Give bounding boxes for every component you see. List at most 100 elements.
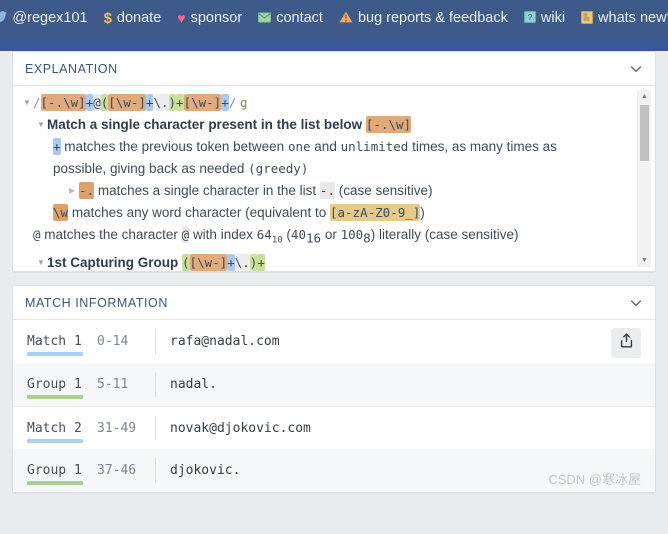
group-token-0: (: [182, 253, 190, 271]
explanation-line-greedy: possible, giving back as needed (greedy): [23, 158, 629, 180]
group-underline: [27, 395, 83, 399]
group-token-2: +: [227, 253, 235, 271]
list-chars-token2: -.: [319, 182, 336, 199]
page-body: EXPLANATION ▼/[-.\w]+@([\w-]+\.)+[\w-]+/…: [0, 51, 668, 534]
match-information-title: MATCH INFORMATION: [25, 295, 168, 310]
list-chars-toggle-icon[interactable]: ▶: [69, 180, 79, 202]
nav-item-whats-new[interactable]: whats new?: [581, 10, 668, 26]
at-index-dec: 6410: [256, 227, 283, 246]
at-text-b: with index: [192, 227, 253, 242]
pattern-toggle-icon[interactable]: ▼: [23, 92, 33, 114]
explanation-line-charclass-title: ▼ Match a single character present in the…: [23, 114, 629, 136]
at-index-group: (4016 or 1008): [286, 227, 376, 246]
explanation-line-plus-quantifier: + matches the previous token between one…: [23, 136, 629, 158]
list-chars-text-b: (case sensitive): [338, 183, 433, 198]
nav-label-twitter: @regex101: [12, 10, 88, 26]
explanation-line-capturing-group: ▼ 1st Capturing Group ([\w-]+\.)+: [23, 252, 629, 272]
row-divider: [155, 416, 156, 440]
match-information-panel: MATCH INFORMATION Match 1 0-14 rafa@nada…: [12, 285, 656, 493]
pattern-token-0: [-.\w]: [40, 94, 86, 111]
list-chars-token: -.: [79, 182, 95, 199]
match-value: novak@djokovic.com: [170, 420, 311, 436]
row-divider: [155, 372, 156, 397]
mail-icon: [258, 11, 272, 25]
explanation-body: ▼/[-.\w]+@([\w-]+\.)+[\w-]+/ g ▼ Match a …: [13, 86, 655, 271]
at-token2: @: [181, 226, 190, 243]
word-char-text: matches any word character (equivalent t…: [71, 205, 327, 220]
pattern-token-6: \.: [153, 94, 169, 111]
nav-label-donate: donate: [116, 10, 162, 26]
table-row[interactable]: Group 1 37-46 djokovic.: [13, 449, 655, 492]
at-text-c: literally (case sensitive): [378, 227, 519, 242]
svg-text:?: ?: [528, 13, 533, 22]
warning-icon: [339, 11, 353, 25]
word-char-equiv: [a-zA-Z0-9_]: [329, 204, 421, 221]
charclass-toggle-icon[interactable]: ▼: [37, 114, 47, 136]
plus-one: one: [287, 139, 311, 154]
pattern-tokens: [-.\w]+@([\w-]+\.)+[\w-]+: [40, 94, 229, 111]
group-value: nadal.: [170, 377, 217, 392]
regex-pattern-row: ▼/[-.\w]+@([\w-]+\.)+[\w-]+/ g: [23, 92, 629, 114]
explanation-line-list-chars: ▶ -. matches a single character in the li…: [23, 180, 629, 202]
explanation-line-at-literal: @ matches the character @ with index 641…: [23, 224, 629, 252]
nav-item-wiki[interactable]: ? wiki: [523, 10, 565, 26]
explanation-panel: EXPLANATION ▼/[-.\w]+@([\w-]+\.)+[\w-]+/…: [12, 51, 656, 272]
group-token-1: [\w-]: [189, 253, 228, 271]
news-icon: [581, 10, 594, 26]
word-char-token: \w: [53, 204, 69, 221]
export-button[interactable]: [611, 328, 641, 358]
chevron-down-icon[interactable]: [629, 62, 643, 76]
group-label: Group 1: [27, 463, 93, 485]
match-information-header: MATCH INFORMATION: [13, 286, 655, 320]
match-underline: [27, 438, 83, 443]
word-char-close: ): [420, 205, 425, 220]
explanation-scrollbar[interactable]: ▲ ▼: [637, 90, 651, 267]
nav-item-bug-reports[interactable]: bug reports & feedback: [339, 10, 508, 26]
group-label: Group 1: [27, 377, 93, 399]
capturing-group-toggle-icon[interactable]: ▼: [37, 252, 47, 272]
match-range: 0-14: [97, 334, 129, 349]
scroll-down-arrow-icon[interactable]: ▼: [638, 254, 651, 267]
nav-item-contact[interactable]: contact: [258, 10, 323, 26]
group-underline: [27, 481, 83, 485]
group-range: 5-11: [97, 377, 129, 392]
match-label: Match 2: [27, 421, 93, 443]
chevron-down-icon[interactable]: [629, 296, 643, 310]
group-range: 37-46: [97, 463, 137, 478]
scroll-up-arrow-icon[interactable]: ▲: [638, 90, 651, 103]
capturing-group-tokens: ([\w-]+\.)+: [182, 253, 265, 271]
match-value: rafa@nadal.com: [170, 334, 280, 349]
pattern-token-9: [\w-]: [183, 94, 222, 111]
top-navigation-bar: @regex101 $ donate ♥ sponsor contact bug…: [0, 0, 668, 40]
nav-item-donate[interactable]: $ donate: [104, 10, 162, 26]
match-range: 31-49: [97, 420, 137, 436]
table-row[interactable]: Match 2 31-49 novak@djokovic.com: [13, 406, 655, 449]
explanation-title: EXPLANATION: [25, 61, 118, 76]
dollar-icon: $: [103, 9, 112, 27]
pattern-token-4: [\w-]: [108, 94, 146, 111]
export-icon: [619, 332, 634, 354]
nav-item-twitter[interactable]: @regex101: [0, 10, 88, 26]
twitter-icon: [0, 11, 8, 25]
table-row[interactable]: Group 1 5-11 nadal.: [13, 363, 655, 406]
plus-token: +: [53, 138, 61, 155]
pattern-flags: g: [240, 95, 248, 110]
row-divider: [155, 329, 156, 354]
greedy-label: (greedy): [248, 161, 309, 176]
group-token-3: \.: [234, 253, 250, 271]
nav-label-sponsor: sponsor: [190, 10, 243, 26]
scrollbar-thumb[interactable]: [640, 105, 649, 161]
nav-label-whats-new: whats new?: [598, 10, 668, 26]
at-text-a: matches the character: [44, 227, 178, 242]
nav-label-contact: contact: [276, 10, 323, 26]
match-information-body: Match 1 0-14 rafa@nadal.com Group 1 5-11…: [13, 320, 655, 492]
wiki-icon: ?: [523, 11, 536, 25]
match-underline: [27, 352, 83, 356]
nav-label-bug-reports: bug reports & feedback: [357, 10, 508, 26]
at-token: @: [33, 227, 41, 242]
table-row[interactable]: Match 1 0-14 rafa@nadal.com: [13, 320, 655, 363]
pattern-token-7: ): [168, 94, 177, 111]
nav-item-sponsor[interactable]: ♥ sponsor: [177, 10, 242, 26]
greedy-text: possible, giving back as needed: [53, 161, 245, 176]
charclass-token: [-.\w]: [365, 116, 412, 133]
